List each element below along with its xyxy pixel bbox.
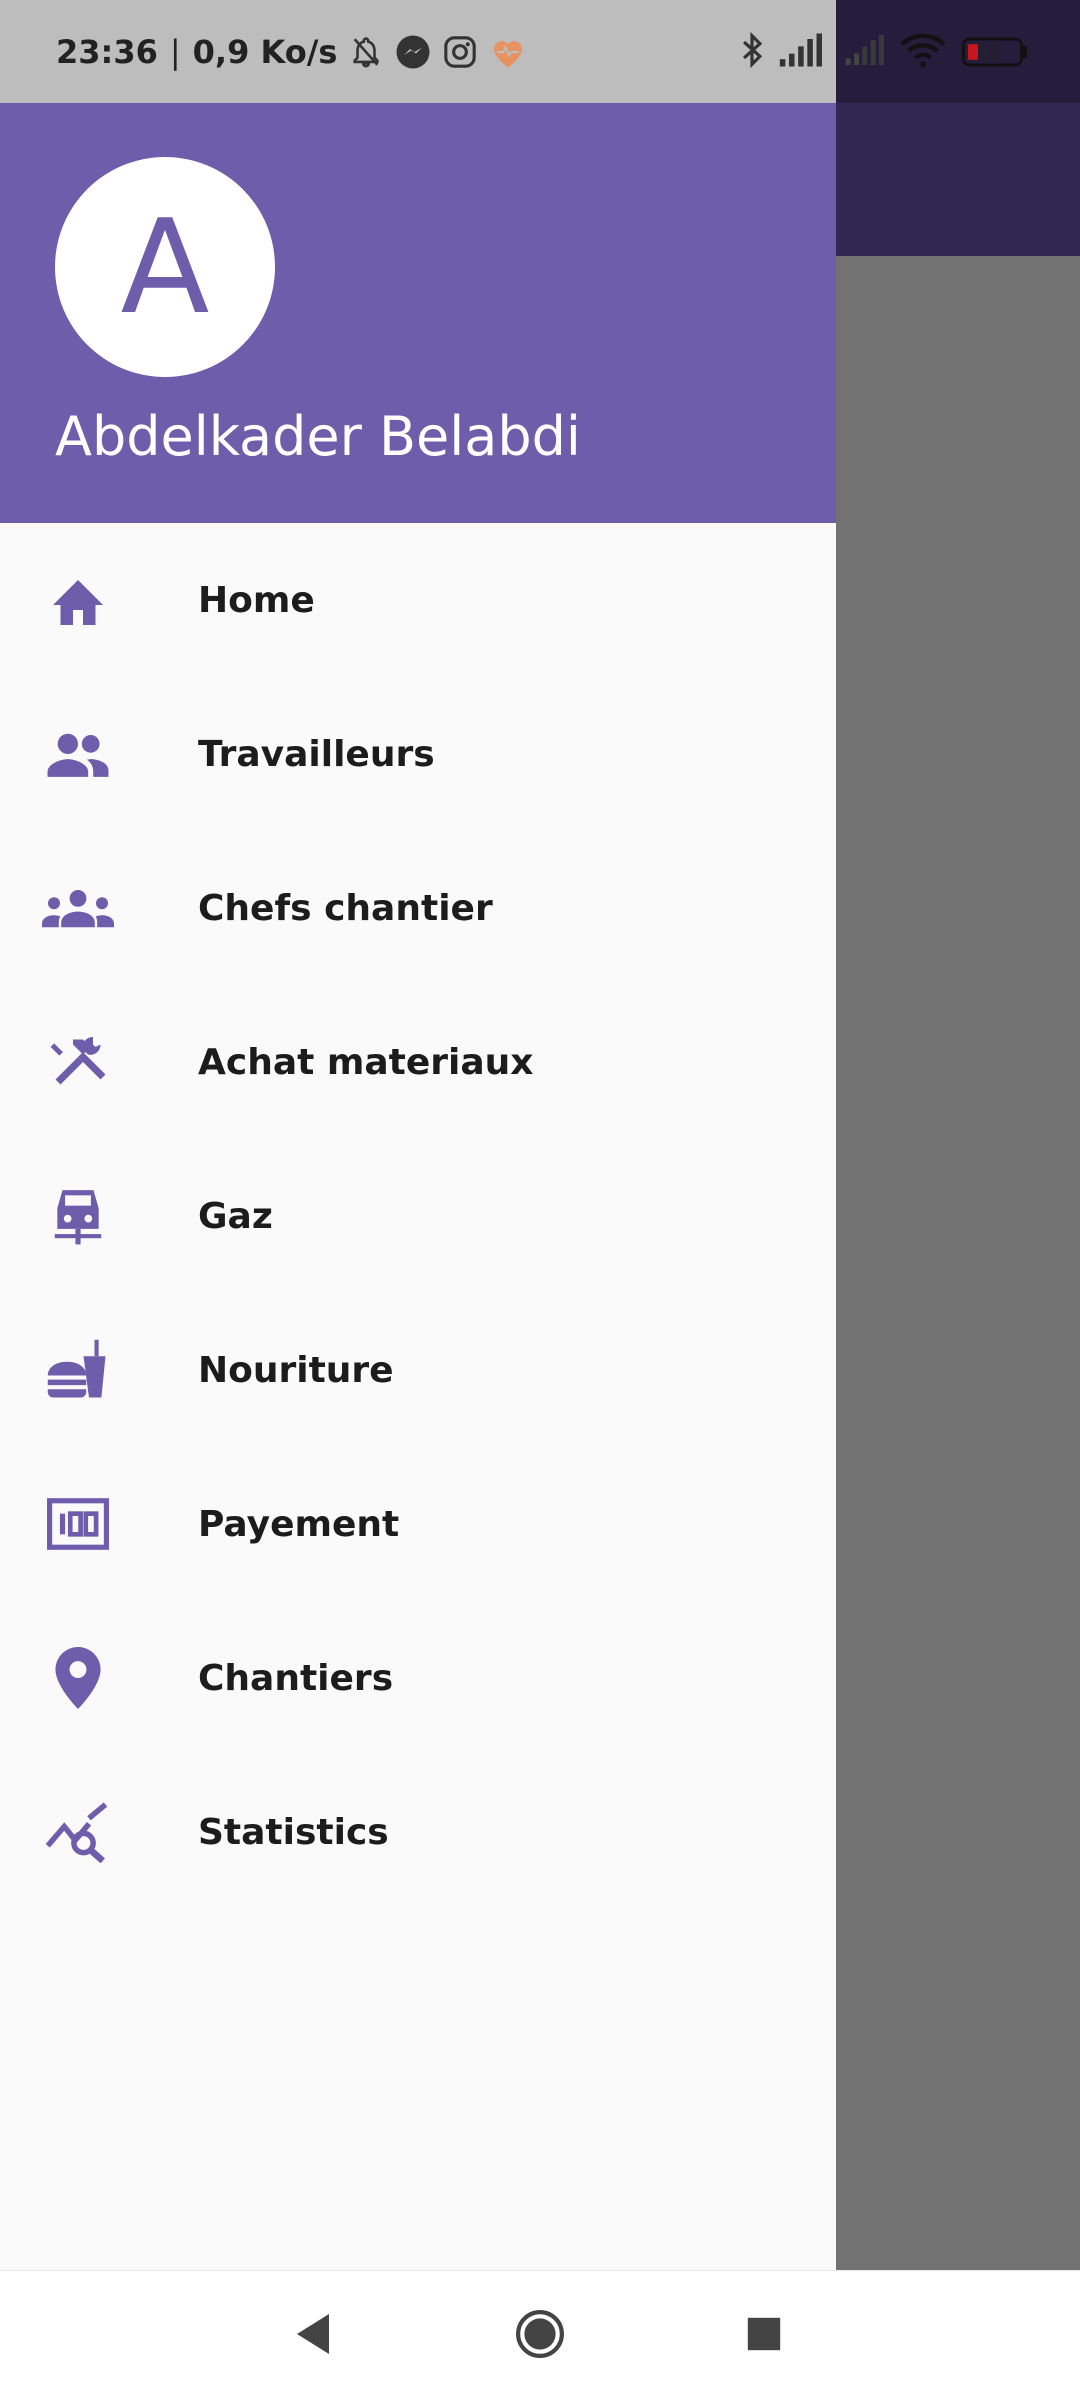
navigation-drawer: 23:36 | 0,9 Ko/s A Abdelkader Belabdi Ho… (0, 0, 836, 2270)
fastfood-icon (42, 1334, 114, 1406)
tools-icon (42, 1026, 114, 1098)
avatar[interactable]: A (55, 157, 275, 377)
drawer-menu: Home Travailleurs Chefs chantier Achat m… (0, 523, 836, 1909)
drawer-item-statistics[interactable]: Statistics (0, 1755, 836, 1909)
status-bar-right: 18 (836, 0, 1080, 103)
home-circle-icon (515, 2309, 565, 2363)
drawer-item-label: Statistics (198, 1811, 389, 1853)
bluetooth-icon (740, 31, 764, 73)
drawer-item-label: Gaz (198, 1195, 273, 1237)
payment-icon (42, 1488, 114, 1560)
drawer-item-label: Chefs chantier (198, 887, 493, 929)
drawer-item-label: Nouriture (198, 1349, 394, 1391)
heart-pulse-icon (489, 35, 527, 69)
bell-off-icon (349, 34, 383, 70)
home-icon (42, 564, 114, 636)
back-button[interactable] (248, 2271, 378, 2401)
drawer-header: A Abdelkader Belabdi (0, 103, 836, 523)
signal-weak-icon (844, 34, 884, 69)
drawer-item-gaz[interactable]: Gaz (0, 1139, 836, 1293)
system-nav-bar (0, 2270, 1080, 2401)
drawer-item-achat-materiaux[interactable]: Achat materiaux (0, 985, 836, 1139)
drawer-item-label: Travailleurs (198, 733, 435, 775)
status-bar: 23:36 | 0,9 Ko/s (0, 0, 836, 103)
drawer-item-nouriture[interactable]: Nouriture (0, 1293, 836, 1447)
back-icon (293, 2312, 333, 2360)
drawer-item-label: Payement (198, 1503, 400, 1545)
drawer-item-label: Home (198, 579, 315, 621)
avatar-letter: A (120, 191, 210, 343)
recents-icon (746, 2316, 782, 2356)
drawer-item-label: Chantiers (198, 1657, 394, 1699)
drawer-item-home[interactable]: Home (0, 523, 836, 677)
drawer-item-travailleurs[interactable]: Travailleurs (0, 677, 836, 831)
drawer-item-chantiers[interactable]: Chantiers (0, 1601, 836, 1755)
battery-level: 18 (976, 39, 1002, 64)
drawer-item-label: Achat materiaux (198, 1041, 534, 1083)
status-separator: | (169, 32, 181, 71)
instagram-icon (443, 35, 477, 69)
drawer-item-payement[interactable]: Payement (0, 1447, 836, 1601)
battery-icon: 18 (962, 37, 1028, 67)
location-pin-icon (42, 1642, 114, 1714)
home-button[interactable] (475, 2271, 605, 2401)
car-icon (42, 1180, 114, 1252)
status-time: 23:36 (56, 32, 158, 71)
messenger-icon (395, 34, 431, 70)
wifi-icon (900, 32, 946, 72)
people-icon (42, 718, 114, 790)
signal-icon (778, 33, 822, 71)
groups-icon (42, 872, 114, 944)
recents-button[interactable] (699, 2271, 829, 2401)
user-name: Abdelkader Belabdi (55, 405, 581, 468)
drawer-item-chefs-chantier[interactable]: Chefs chantier (0, 831, 836, 985)
query-stats-icon (42, 1796, 114, 1868)
status-speed: 0,9 Ko/s (192, 32, 338, 71)
